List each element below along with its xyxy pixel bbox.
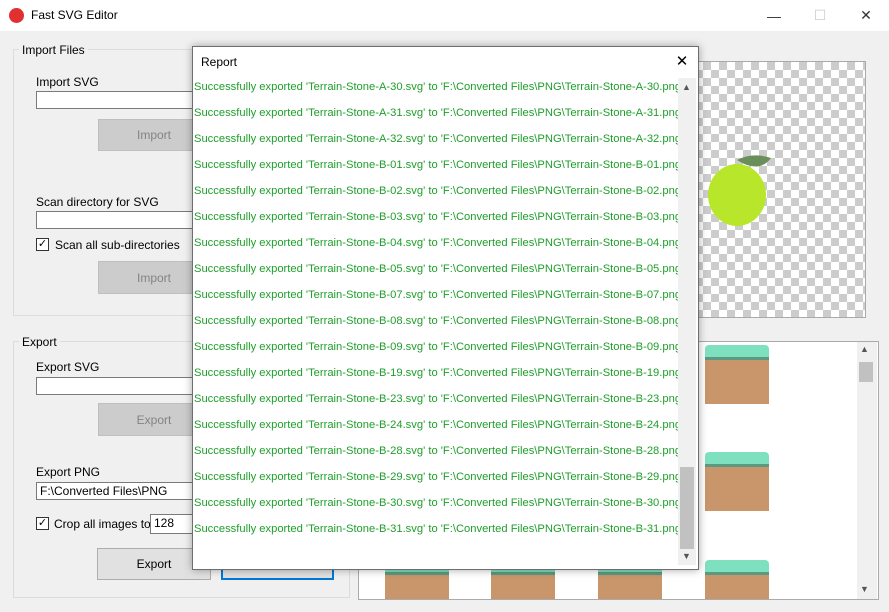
title-bar: Fast SVG Editor — ☐ ✕ bbox=[0, 0, 889, 31]
report-log: Successfully exported 'Terrain-Stone-A-3… bbox=[194, 78, 679, 565]
report-log-line: Successfully exported 'Terrain-Stone-B-1… bbox=[194, 367, 679, 379]
crop-label: Crop all images to bbox=[54, 517, 151, 531]
report-log-line: Successfully exported 'Terrain-Stone-B-2… bbox=[194, 445, 679, 457]
report-log-line: Successfully exported 'Terrain-Stone-B-0… bbox=[194, 185, 679, 197]
report-dialog: Report ✕ Successfully exported 'Terrain-… bbox=[192, 46, 699, 570]
scroll-down-icon[interactable]: ▼ bbox=[682, 551, 691, 561]
report-log-line: Successfully exported 'Terrain-Stone-B-0… bbox=[194, 211, 679, 223]
close-button[interactable]: ✕ bbox=[843, 0, 889, 31]
crop-size-field[interactable]: 128 bbox=[150, 514, 196, 534]
report-log-line: Successfully exported 'Terrain-Stone-A-3… bbox=[194, 107, 679, 119]
report-close-button[interactable]: ✕ bbox=[671, 51, 693, 73]
scroll-up-icon[interactable]: ▲ bbox=[682, 82, 691, 92]
report-log-line: Successfully exported 'Terrain-Stone-B-2… bbox=[194, 471, 679, 483]
report-scrollbar[interactable]: ▲ ▼ bbox=[678, 78, 696, 565]
report-log-line: Successfully exported 'Terrain-Stone-A-3… bbox=[194, 133, 679, 145]
app-logo-icon bbox=[9, 8, 24, 23]
thumbnail[interactable] bbox=[705, 345, 769, 404]
crop-checkbox[interactable]: ✓ bbox=[36, 517, 49, 530]
scan-subdirs-label: Scan all sub-directories bbox=[55, 238, 180, 252]
apple-icon bbox=[708, 155, 771, 226]
scroll-thumb[interactable] bbox=[859, 362, 873, 382]
export-svg-field[interactable] bbox=[36, 377, 196, 395]
thumbnail[interactable] bbox=[705, 560, 769, 599]
minimize-button[interactable]: — bbox=[751, 0, 797, 31]
import-svg-field[interactable] bbox=[36, 91, 196, 109]
export-svg-label: Export SVG bbox=[36, 360, 100, 374]
report-log-line: Successfully exported 'Terrain-Stone-B-2… bbox=[194, 393, 679, 405]
report-log-line: Successfully exported 'Terrain-Stone-B-0… bbox=[194, 263, 679, 275]
report-log-line: Successfully exported 'Terrain-Stone-B-0… bbox=[194, 341, 679, 353]
thumbnail[interactable] bbox=[705, 452, 769, 511]
report-log-line: Successfully exported 'Terrain-Stone-B-0… bbox=[194, 289, 679, 301]
report-log-line: Successfully exported 'Terrain-Stone-B-0… bbox=[194, 159, 679, 171]
import-svg-label: Import SVG bbox=[36, 75, 99, 89]
window-title: Fast SVG Editor bbox=[31, 8, 118, 22]
thumbnail-scrollbar[interactable]: ▲ ▼ bbox=[857, 342, 877, 599]
scan-subdirs-checkbox[interactable]: ✓ bbox=[36, 238, 49, 251]
scan-directory-field[interactable] bbox=[36, 211, 196, 229]
import-files-title: Import Files bbox=[19, 43, 88, 57]
report-log-line: Successfully exported 'Terrain-Stone-B-0… bbox=[194, 315, 679, 327]
report-log-line: Successfully exported 'Terrain-Stone-B-3… bbox=[194, 523, 679, 535]
export-png-field[interactable]: F:\Converted Files\PNG bbox=[36, 482, 196, 500]
maximize-button[interactable]: ☐ bbox=[797, 0, 843, 31]
export-png-label: Export PNG bbox=[36, 465, 101, 479]
report-log-line: Successfully exported 'Terrain-Stone-B-2… bbox=[194, 419, 679, 431]
report-log-line: Successfully exported 'Terrain-Stone-B-0… bbox=[194, 237, 679, 249]
report-log-line: Successfully exported 'Terrain-Stone-A-3… bbox=[194, 81, 679, 93]
export-title: Export bbox=[19, 335, 60, 349]
report-scroll-thumb[interactable] bbox=[680, 467, 694, 549]
report-log-line: Successfully exported 'Terrain-Stone-B-3… bbox=[194, 497, 679, 509]
scan-directory-label: Scan directory for SVG bbox=[36, 195, 159, 209]
preview-canvas bbox=[694, 61, 866, 318]
report-title: Report bbox=[201, 55, 238, 69]
scroll-down-icon[interactable]: ▼ bbox=[860, 584, 869, 594]
scroll-up-icon[interactable]: ▲ bbox=[860, 344, 869, 354]
